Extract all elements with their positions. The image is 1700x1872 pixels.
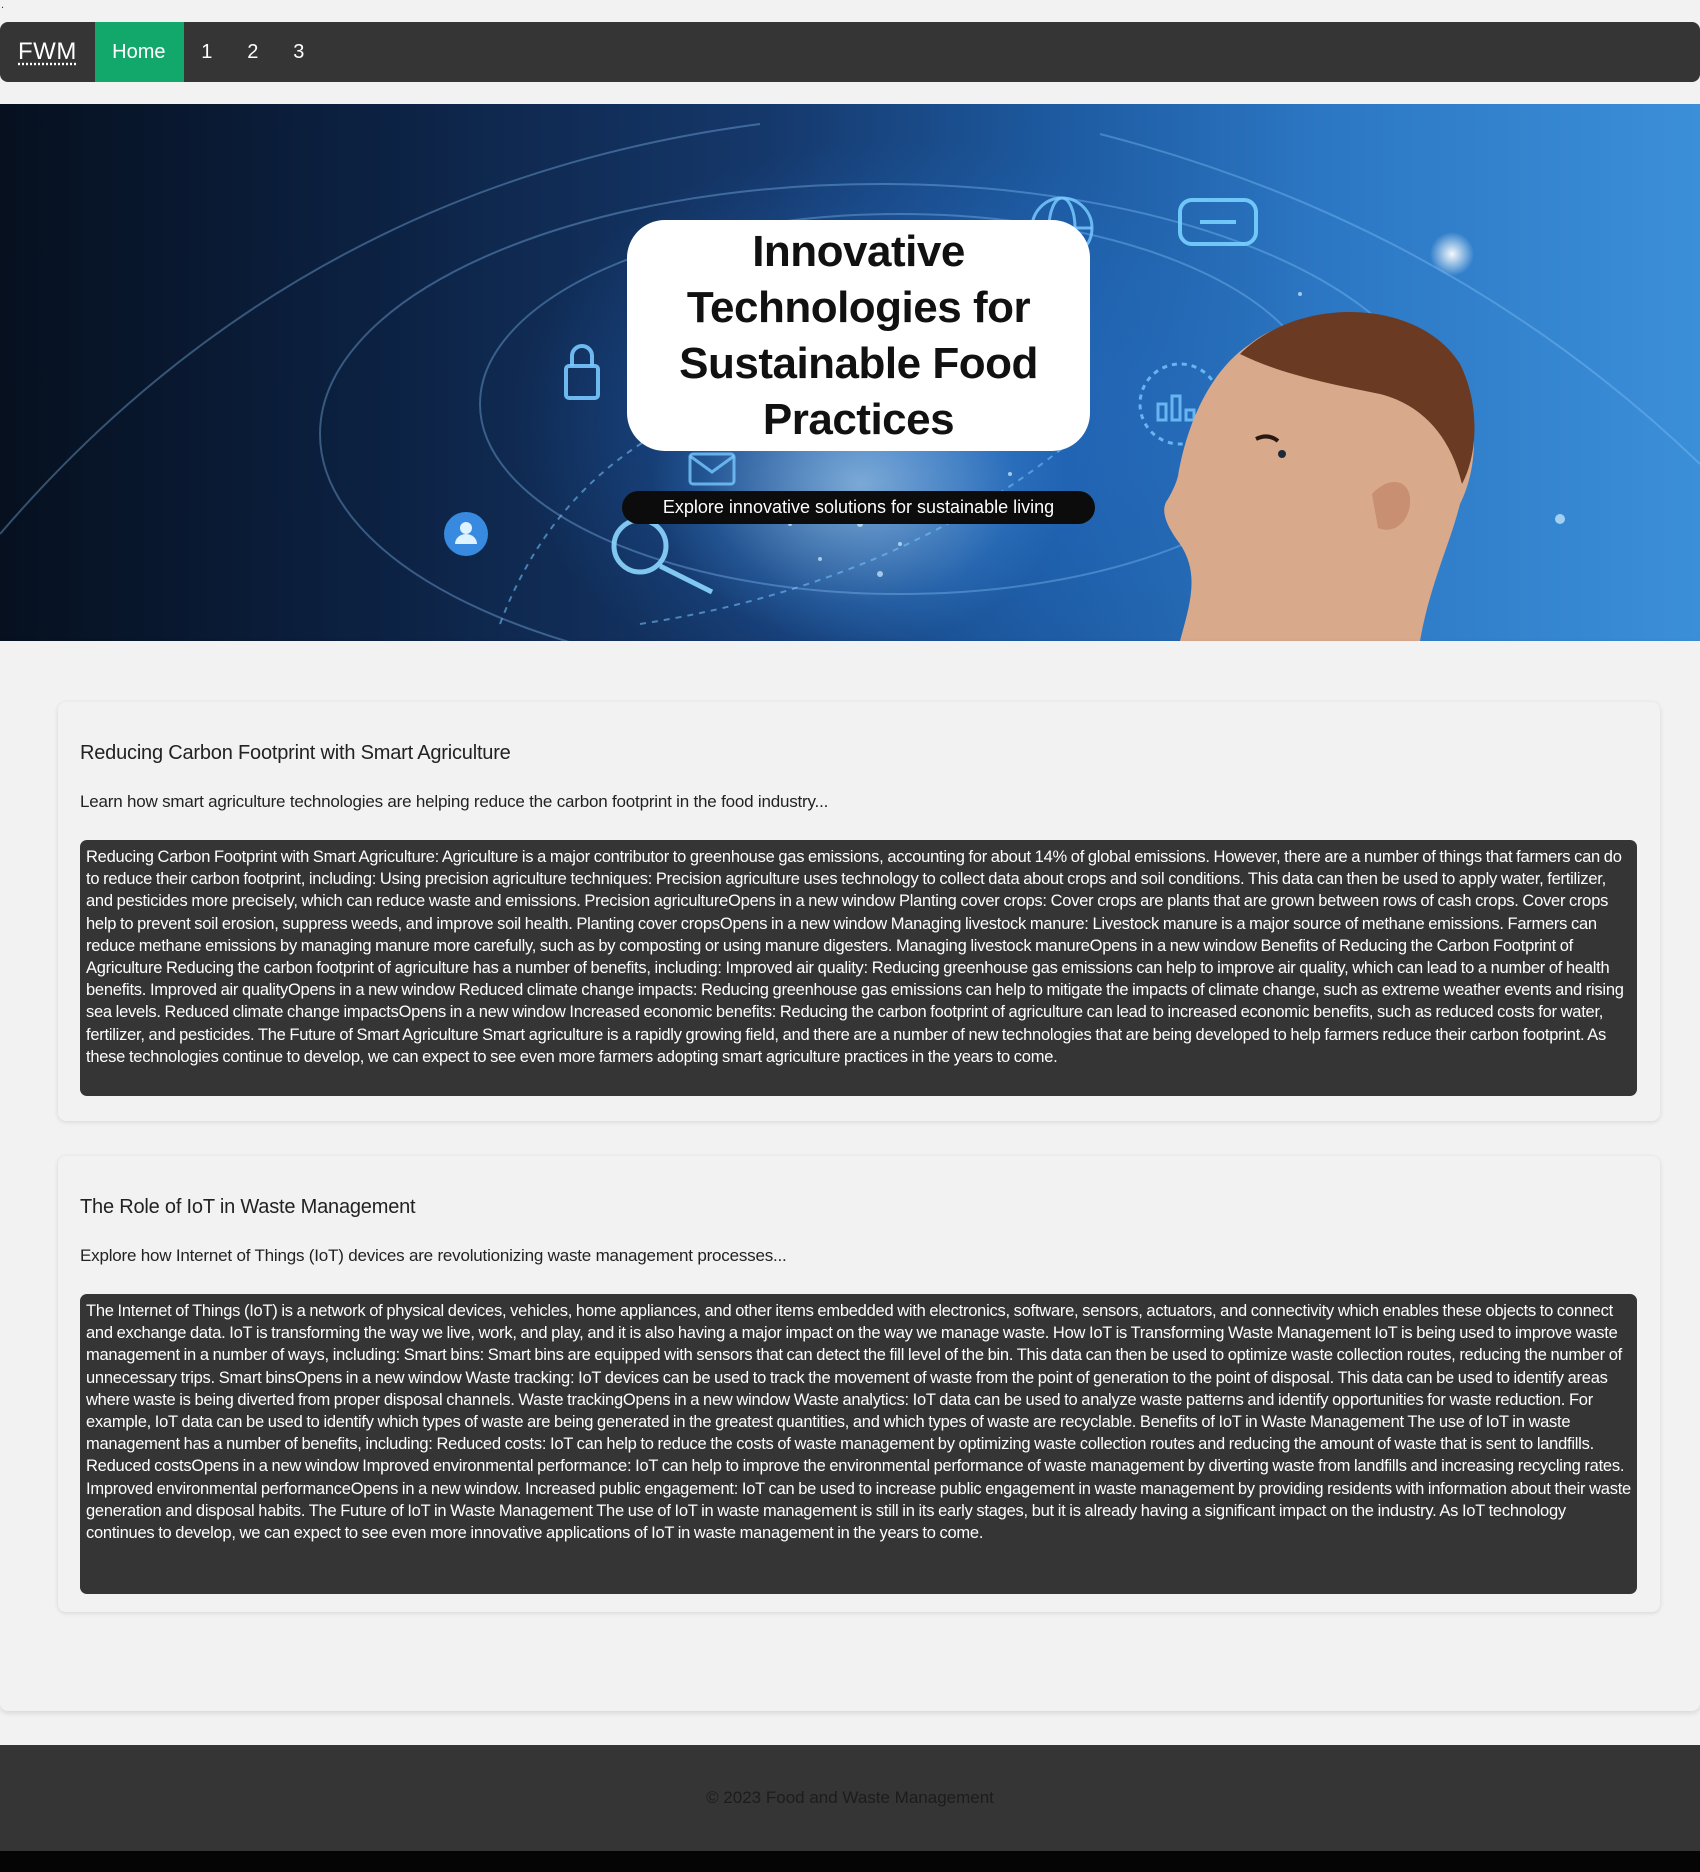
top-mark: . bbox=[1, 0, 5, 11]
copyright-text: © 2023 Food and Waste Management bbox=[706, 1788, 994, 1807]
article-title: The Role of IoT in Waste Management bbox=[80, 1196, 416, 1218]
chat-icon bbox=[1178, 198, 1258, 246]
page-footer: © 2023 Food and Waste Management bbox=[0, 1745, 1700, 1851]
brand-logo[interactable]: FWM bbox=[18, 38, 77, 66]
hero-title: Innovative Technologies for Sustainable … bbox=[679, 226, 1038, 444]
article-summary: Learn how smart agriculture technologies… bbox=[80, 792, 829, 811]
child-illustration bbox=[1164, 311, 1475, 641]
article-title: Reducing Carbon Footprint with Smart Agr… bbox=[80, 742, 511, 764]
nav-item-3[interactable]: 3 bbox=[276, 22, 322, 82]
article-card: Reducing Carbon Footprint with Smart Agr… bbox=[58, 702, 1660, 1121]
article-summary: Explore how Internet of Things (IoT) dev… bbox=[80, 1246, 787, 1265]
hero-subtitle: Explore innovative solutions for sustain… bbox=[622, 491, 1095, 524]
hero-banner: Innovative Technologies for Sustainable … bbox=[0, 104, 1700, 641]
mail-icon bbox=[688, 452, 736, 486]
nav-item-2[interactable]: 2 bbox=[230, 22, 276, 82]
magnifier-icon bbox=[611, 517, 714, 595]
hero-title-card: Innovative Technologies for Sustainable … bbox=[627, 220, 1090, 451]
article-body: The Internet of Things (IoT) is a networ… bbox=[80, 1294, 1637, 1594]
nav-item-home[interactable]: Home bbox=[94, 22, 184, 82]
top-navbar: FWM Home 1 2 3 bbox=[0, 22, 1700, 82]
bottom-strip bbox=[0, 1851, 1700, 1872]
article-card: The Role of IoT in Waste Management Expl… bbox=[58, 1156, 1660, 1612]
user-icon bbox=[444, 512, 488, 556]
article-body: Reducing Carbon Footprint with Smart Agr… bbox=[80, 840, 1637, 1096]
lock-icon bbox=[564, 344, 600, 400]
articles-container: Reducing Carbon Footprint with Smart Agr… bbox=[0, 641, 1700, 1711]
nav-item-1[interactable]: 1 bbox=[184, 22, 230, 82]
